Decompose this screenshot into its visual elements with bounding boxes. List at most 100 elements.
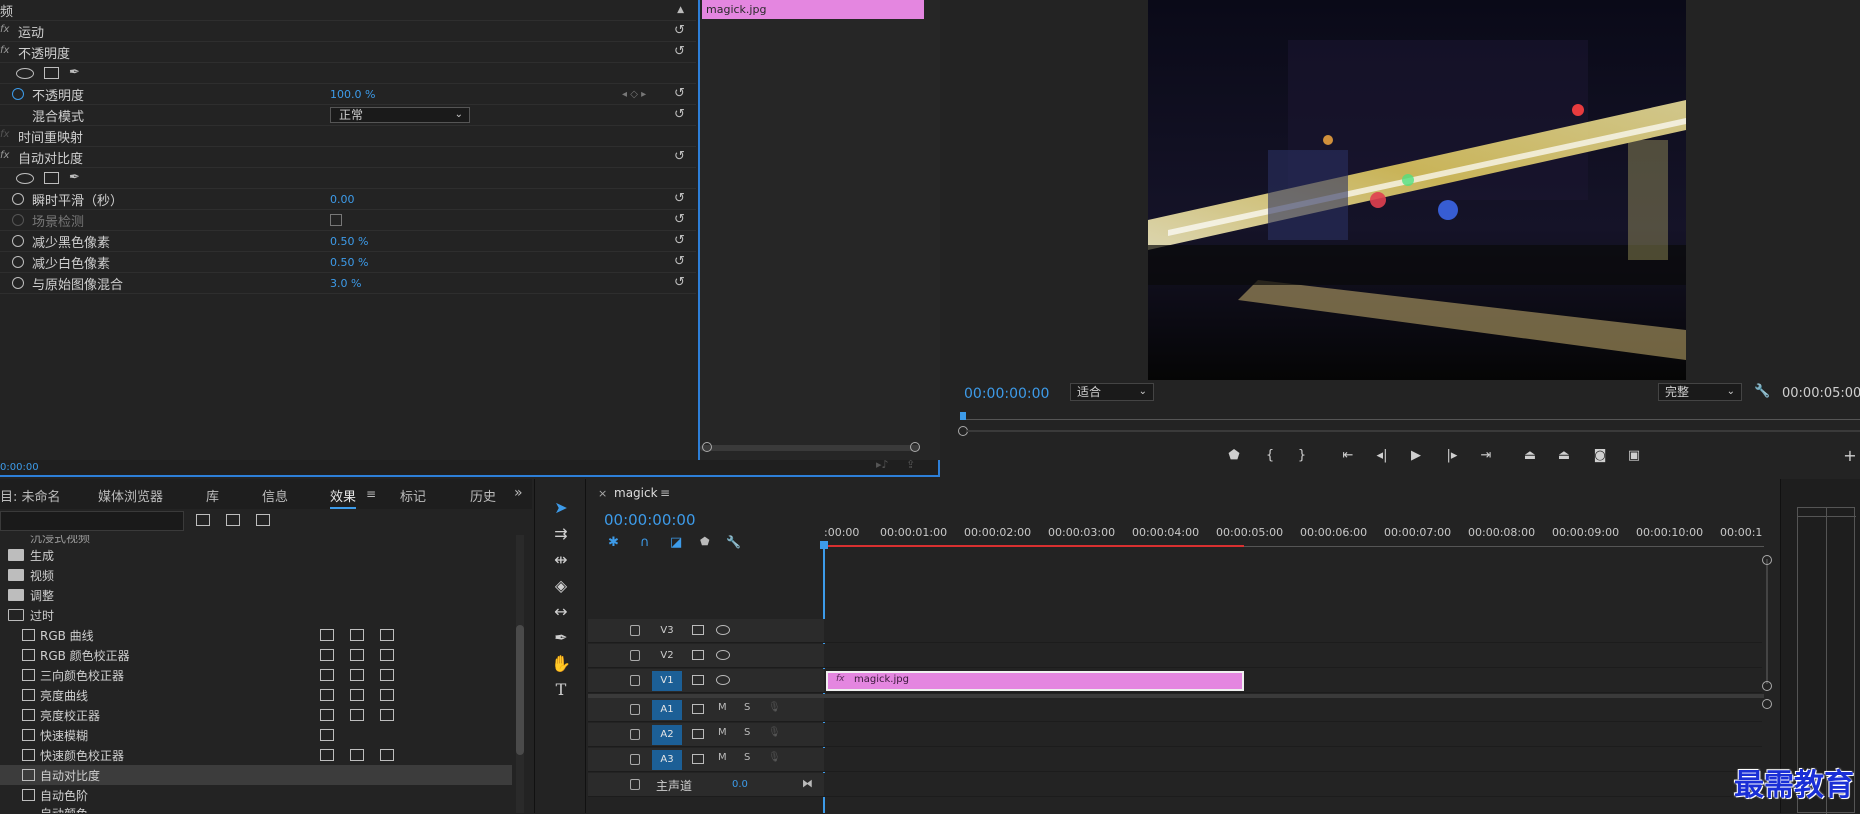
opacity-group-label[interactable]: 不透明度 (18, 43, 70, 62)
track-lane-v1[interactable]: fx magick.jpg (824, 669, 1762, 693)
timeline-clip[interactable]: fx magick.jpg (826, 671, 1244, 691)
playhead-marker[interactable] (960, 412, 966, 420)
go-to-in-icon[interactable]: ⇤ (1340, 448, 1356, 464)
scroll-handle-top[interactable] (1762, 555, 1772, 565)
reset-icon[interactable]: ↺ (674, 150, 686, 163)
lock-icon[interactable] (630, 729, 640, 740)
track-lane-v2[interactable] (824, 644, 1762, 668)
track-select-tool-icon[interactable]: ⇉ (549, 523, 573, 545)
program-scrubber[interactable] (962, 410, 1860, 420)
magnet-icon[interactable]: ∩ (640, 535, 650, 550)
stopwatch-icon[interactable] (12, 193, 24, 205)
32bit-effects-icon[interactable] (226, 514, 240, 526)
accelerated-effects-icon[interactable] (196, 514, 210, 526)
ellipse-mask-icon[interactable] (16, 67, 34, 79)
lift-icon[interactable]: ⏏ (1522, 448, 1538, 464)
hand-tool-icon[interactable]: ✋ (549, 653, 573, 675)
go-to-out-icon[interactable]: ⇥ (1478, 448, 1494, 464)
mark-out-icon[interactable]: } (1294, 448, 1310, 464)
track-header-a1[interactable]: A1 M S 🎙 (588, 698, 824, 722)
mark-in-icon[interactable]: { (1262, 448, 1278, 464)
reset-icon[interactable]: ↺ (674, 213, 686, 226)
ec-scrollbar[interactable] (700, 445, 920, 451)
list-item[interactable]: RGB 颜色校正器 (0, 645, 512, 665)
marker-icon[interactable]: ⬟ (700, 535, 710, 548)
sync-icon[interactable] (692, 729, 704, 739)
add-button-icon[interactable]: + (1842, 448, 1858, 464)
fx-icon[interactable]: fx (0, 45, 10, 56)
track-lane-v3[interactable] (824, 619, 1762, 643)
list-item[interactable]: 亮度曲线 (0, 685, 512, 705)
selection-tool-icon[interactable]: ➤ (549, 497, 573, 519)
effects-scrollbar[interactable] (516, 535, 524, 813)
extract-icon[interactable]: ⏏ (1556, 448, 1572, 464)
mic-icon[interactable]: 🎙 (768, 702, 781, 713)
snap-icon[interactable]: ✱ (608, 535, 619, 550)
blend-mode-select[interactable]: 正常 ⌄ (330, 107, 470, 123)
solo-button[interactable]: S (744, 702, 750, 713)
linked-selection-icon[interactable]: ◪ (670, 535, 682, 550)
blend-original-value[interactable]: 3.0 % (330, 277, 361, 290)
mic-icon[interactable]: 🎙 (768, 752, 781, 763)
track-header-master[interactable]: 主声道 0.0 ⧓ (588, 773, 824, 797)
step-forward-icon[interactable]: |▸ (1444, 448, 1460, 464)
scroll-handle-right[interactable] (910, 442, 920, 452)
ec-clip[interactable]: magick.jpg (702, 0, 924, 19)
eye-icon[interactable] (716, 675, 730, 685)
time-ruler[interactable]: :00:00 00:00:01:00 00:00:02:00 00:00:03:… (824, 519, 1764, 549)
track-header-a3[interactable]: A3 M S 🎙 (588, 748, 824, 772)
track-name[interactable]: A1 (652, 700, 682, 720)
stopwatch-icon[interactable] (12, 256, 24, 268)
motion-label[interactable]: 运动 (18, 22, 44, 41)
temporal-smoothing-value[interactable]: 0.00 (330, 193, 355, 206)
track-header-v3[interactable]: V3 (588, 619, 824, 643)
stopwatch-icon[interactable] (12, 277, 24, 289)
list-item-selected[interactable]: 自动对比度 (0, 765, 512, 785)
ellipse-mask-icon[interactable] (16, 172, 34, 184)
track-name[interactable]: V3 (652, 621, 682, 641)
track-lane-a1[interactable] (824, 698, 1762, 722)
master-volume-value[interactable]: 0.0 (732, 779, 748, 790)
type-tool-icon[interactable]: T (549, 679, 573, 701)
track-lane-a3[interactable] (824, 748, 1762, 772)
reduce-white-value[interactable]: 0.50 % (330, 256, 368, 269)
reset-icon[interactable]: ↺ (674, 255, 686, 268)
mic-icon[interactable]: 🎙 (768, 727, 781, 738)
lock-icon[interactable] (630, 675, 640, 686)
lock-icon[interactable] (630, 779, 640, 790)
go-to-end-icon[interactable]: ⧓ (802, 777, 813, 790)
quality-select[interactable]: 完整 ⌄ (1658, 383, 1742, 401)
mute-button[interactable]: M (718, 702, 727, 713)
lock-icon[interactable] (630, 650, 640, 661)
reduce-black-value[interactable]: 0.50 % (330, 235, 368, 248)
solo-button[interactable]: S (744, 752, 750, 763)
sync-icon[interactable] (692, 625, 704, 635)
yuv-effects-icon[interactable] (256, 514, 270, 526)
mute-button[interactable]: M (718, 752, 727, 763)
wrench-icon[interactable]: 🔧 (1754, 384, 1770, 399)
list-item[interactable]: 过时 (0, 605, 512, 625)
video-preview[interactable] (1148, 0, 1686, 380)
razor-tool-icon[interactable]: ◈ (549, 575, 573, 597)
reset-icon[interactable]: ↺ (674, 24, 686, 37)
fx-icon[interactable]: fx (0, 24, 10, 35)
list-item[interactable]: 沉浸式视频 (0, 535, 512, 545)
reset-icon[interactable]: ↺ (674, 108, 686, 121)
list-item[interactable]: 快速颜色校正器 (0, 745, 512, 765)
overflow-icon[interactable]: » (514, 485, 523, 501)
fx-icon[interactable]: fx (0, 150, 10, 161)
track-header-a2[interactable]: A2 M S 🎙 (588, 723, 824, 747)
reset-icon[interactable]: ↺ (674, 87, 686, 100)
track-header-v2[interactable]: V2 (588, 644, 824, 668)
timeline-tab[interactable]: magick (614, 486, 658, 500)
reset-icon[interactable]: ↺ (674, 276, 686, 289)
list-item[interactable]: 快速模糊 (0, 725, 512, 745)
keyframe-nav-icon[interactable]: ◂ ◇ ▸ (622, 89, 646, 100)
panel-menu-icon[interactable]: ≡ (660, 486, 670, 500)
effects-search-input[interactable] (0, 511, 184, 531)
track-name[interactable]: A2 (652, 725, 682, 745)
scene-detect-checkbox[interactable] (330, 214, 342, 226)
reset-icon[interactable]: ↺ (674, 234, 686, 247)
playhead-handle[interactable] (820, 541, 828, 549)
sync-icon[interactable] (692, 675, 704, 685)
